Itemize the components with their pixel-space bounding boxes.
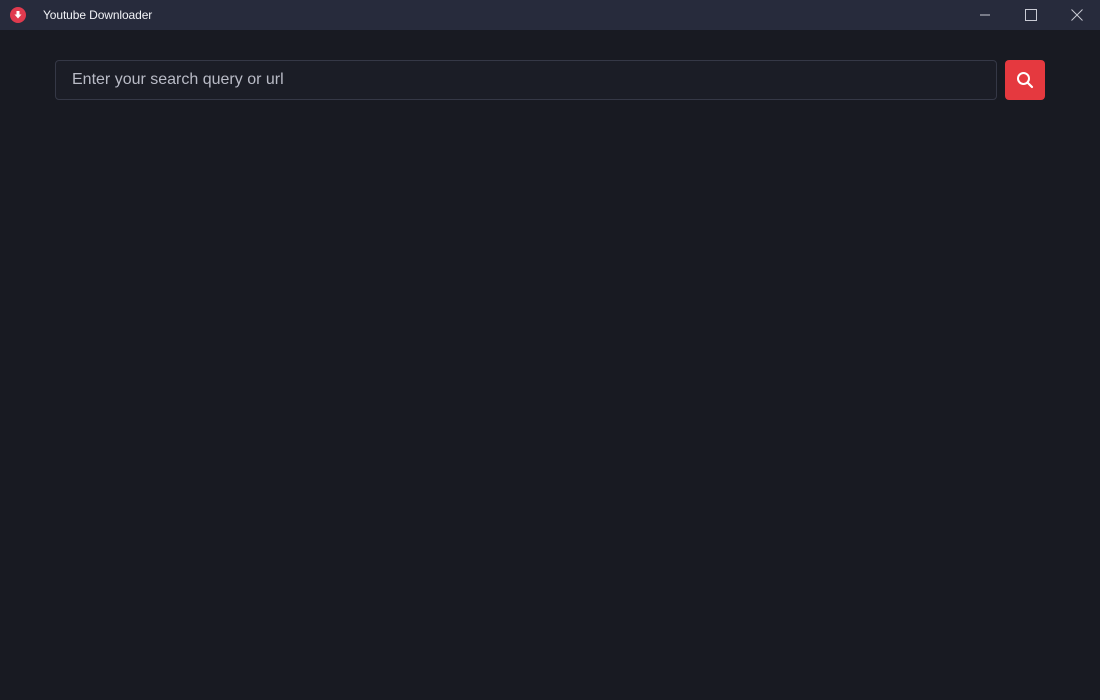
window-title: Youtube Downloader [43,8,153,22]
search-input[interactable] [56,61,996,99]
app-window: Youtube Downloader [0,0,1100,700]
download-arrow-icon [10,7,26,23]
title-bar[interactable]: Youtube Downloader [0,0,1100,30]
minimize-icon [980,14,990,16]
search-button[interactable] [1005,60,1045,100]
search-bar [55,60,997,100]
minimize-button[interactable] [962,0,1008,30]
close-icon [1071,9,1083,21]
search-icon [1017,72,1034,89]
close-button[interactable] [1054,0,1100,30]
maximize-button[interactable] [1008,0,1054,30]
maximize-icon [1025,9,1037,21]
